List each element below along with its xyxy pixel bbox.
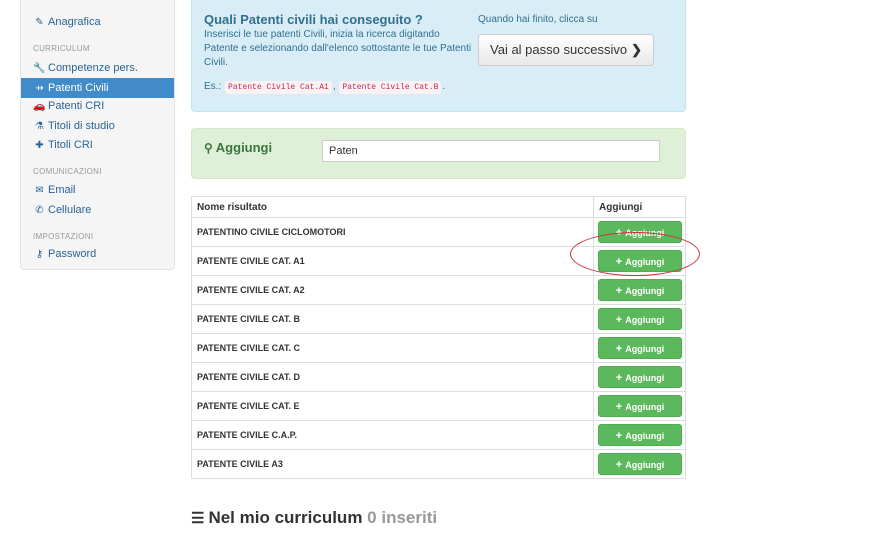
add-button[interactable]: + Aggiungi	[598, 221, 682, 243]
example-label: Es.:	[204, 81, 222, 92]
example-code: Patente Civile Cat.B	[339, 81, 442, 94]
sidebar-item-competenze[interactable]: 🔧 Competenze pers.	[21, 58, 174, 78]
sidebar-item-label: Patenti CRI	[48, 100, 105, 112]
table-row: PATENTE CIVILE CAT. D + Aggiungi	[191, 362, 686, 392]
info-title: Quali Patenti civili hai conseguito ?	[204, 12, 423, 27]
table-row: PATENTE CIVILE C.A.P. + Aggiungi	[191, 420, 686, 450]
plus-icon: +	[615, 343, 623, 355]
add-button[interactable]: + Aggiungi	[598, 250, 682, 272]
results-table: Nome risultato Aggiungi PATENTINO CIVILE…	[191, 196, 686, 479]
plus-icon: +	[615, 372, 623, 384]
sidebar-item-label: Titoli CRI	[48, 139, 93, 151]
result-name: PATENTE CIVILE CAT. E	[191, 391, 594, 421]
result-name: PATENTE CIVILE CAT. A1	[191, 246, 594, 276]
add-button[interactable]: + Aggiungi	[598, 395, 682, 417]
curriculum-count: 0 inseriti	[367, 508, 438, 527]
section-header-curriculum: CURRICULUM	[33, 44, 90, 53]
envelope-icon: ✉	[35, 185, 44, 196]
sidebar-item-password[interactable]: ⚷ Password	[21, 244, 174, 264]
wrench-icon: 🔧	[33, 63, 46, 74]
column-header-add: Aggiungi	[593, 196, 686, 218]
table-row: PATENTE CIVILE CAT. B + Aggiungi	[191, 304, 686, 334]
info-panel: Quali Patenti civili hai conseguito ? In…	[191, 0, 686, 112]
sidebar-item-cellulare[interactable]: ✆ Cellulare	[21, 200, 174, 220]
car-icon: 🚗	[33, 101, 46, 112]
result-name: PATENTE CIVILE CAT. B	[191, 304, 594, 334]
plus-square-icon: ✚	[35, 140, 44, 151]
result-name: PATENTE CIVILE CAT. C	[191, 333, 594, 363]
plus-icon: +	[615, 314, 623, 326]
table-row: PATENTE CIVILE CAT. A2 + Aggiungi	[191, 275, 686, 305]
result-name: PATENTE CIVILE CAT. D	[191, 362, 594, 392]
section-header-comunicazioni: COMUNICAZIONI	[33, 167, 102, 176]
sidebar-item-email[interactable]: ✉ Email	[21, 180, 174, 200]
search-input[interactable]	[322, 140, 660, 162]
sidebar-item-label: Titoli di studio	[48, 120, 115, 132]
next-step-button[interactable]: Vai al passo successivo ❯	[478, 34, 654, 66]
edit-icon: ✎	[35, 17, 44, 28]
chevron-right-icon: ❯	[631, 42, 642, 57]
list-icon: ☰	[191, 510, 205, 527]
plus-icon: +	[615, 227, 623, 239]
add-button[interactable]: + Aggiungi	[598, 308, 682, 330]
search-icon: ⚲	[204, 141, 213, 155]
plus-icon: +	[615, 430, 623, 442]
search-label: ⚲ Aggiungi	[204, 140, 272, 155]
table-row: PATENTE CIVILE CAT. C + Aggiungi	[191, 333, 686, 363]
search-label-text: Aggiungi	[215, 140, 273, 155]
next-step-label: Vai al passo successivo	[490, 42, 628, 57]
table-header-row: Nome risultato Aggiungi	[191, 196, 686, 218]
sidebar-item-label: Cellulare	[48, 204, 92, 216]
sidebar-item-label: Email	[48, 184, 76, 196]
examples-line: Es.: Patente Civile Cat.A1, Patente Civi…	[204, 81, 446, 94]
flask-icon: ⚗	[35, 121, 44, 132]
plus-icon: +	[615, 459, 623, 471]
result-name: PATENTE CIVILE CAT. A2	[191, 275, 594, 305]
sidebar-item-titoli-studio[interactable]: ⚗ Titoli di studio	[21, 116, 174, 136]
column-header-name: Nome risultato	[191, 196, 594, 218]
result-name: PATENTE CIVILE C.A.P.	[191, 420, 594, 450]
add-button[interactable]: + Aggiungi	[598, 366, 682, 388]
table-row: PATENTE CIVILE A3 + Aggiungi	[191, 449, 686, 479]
sidebar-item-patenti-cri[interactable]: 🚗 Patenti CRI	[21, 96, 174, 116]
add-button[interactable]: + Aggiungi	[598, 453, 682, 475]
next-step-hint: Quando hai finito, clicca su	[478, 14, 598, 25]
sidebar-item-label: Password	[48, 248, 97, 260]
curriculum-heading: ☰ Nel mio curriculum 0 inseriti	[191, 508, 437, 528]
table-row: PATENTINO CIVILE CICLOMOTORI + Aggiungi	[191, 217, 686, 247]
sidebar-item-anagrafica[interactable]: ✎ Anagrafica	[21, 12, 174, 32]
result-name: PATENTINO CIVILE CICLOMOTORI	[191, 217, 594, 247]
plus-icon: +	[615, 401, 623, 413]
sidebar-item-label: Patenti Civili	[48, 82, 109, 94]
search-panel: ⚲ Aggiungi	[191, 128, 686, 179]
section-header-impostazioni: IMPOSTAZIONI	[33, 232, 94, 241]
phone-icon: ✆	[35, 205, 44, 216]
add-button[interactable]: + Aggiungi	[598, 279, 682, 301]
add-button[interactable]: + Aggiungi	[598, 337, 682, 359]
table-row: PATENTE CIVILE CAT. A1 + Aggiungi	[191, 246, 686, 276]
add-button[interactable]: + Aggiungi	[598, 424, 682, 446]
plus-icon: +	[615, 256, 623, 268]
curriculum-title: Nel mio curriculum	[208, 508, 363, 527]
result-name: PATENTE CIVILE A3	[191, 449, 594, 479]
table-row: PATENTE CIVILE CAT. E + Aggiungi	[191, 391, 686, 421]
plus-icon: +	[615, 285, 623, 297]
sidebar-item-label: Anagrafica	[48, 16, 101, 28]
sidebar-item-titoli-cri[interactable]: ✚ Titoli CRI	[21, 135, 174, 155]
sidebar-item-label: Competenze pers.	[48, 62, 138, 74]
info-description: Inserisci le tue patenti Civili, inizia …	[204, 29, 472, 68]
sidebar: ✎ Anagrafica CURRICULUM 🔧 Competenze pers.…	[20, 0, 175, 270]
example-code: Patente Civile Cat.A1	[225, 81, 332, 94]
key-icon: ⚷	[35, 249, 44, 260]
sidebar-item-patenti-civili[interactable]: ⇸ Patenti Civili	[21, 78, 174, 98]
